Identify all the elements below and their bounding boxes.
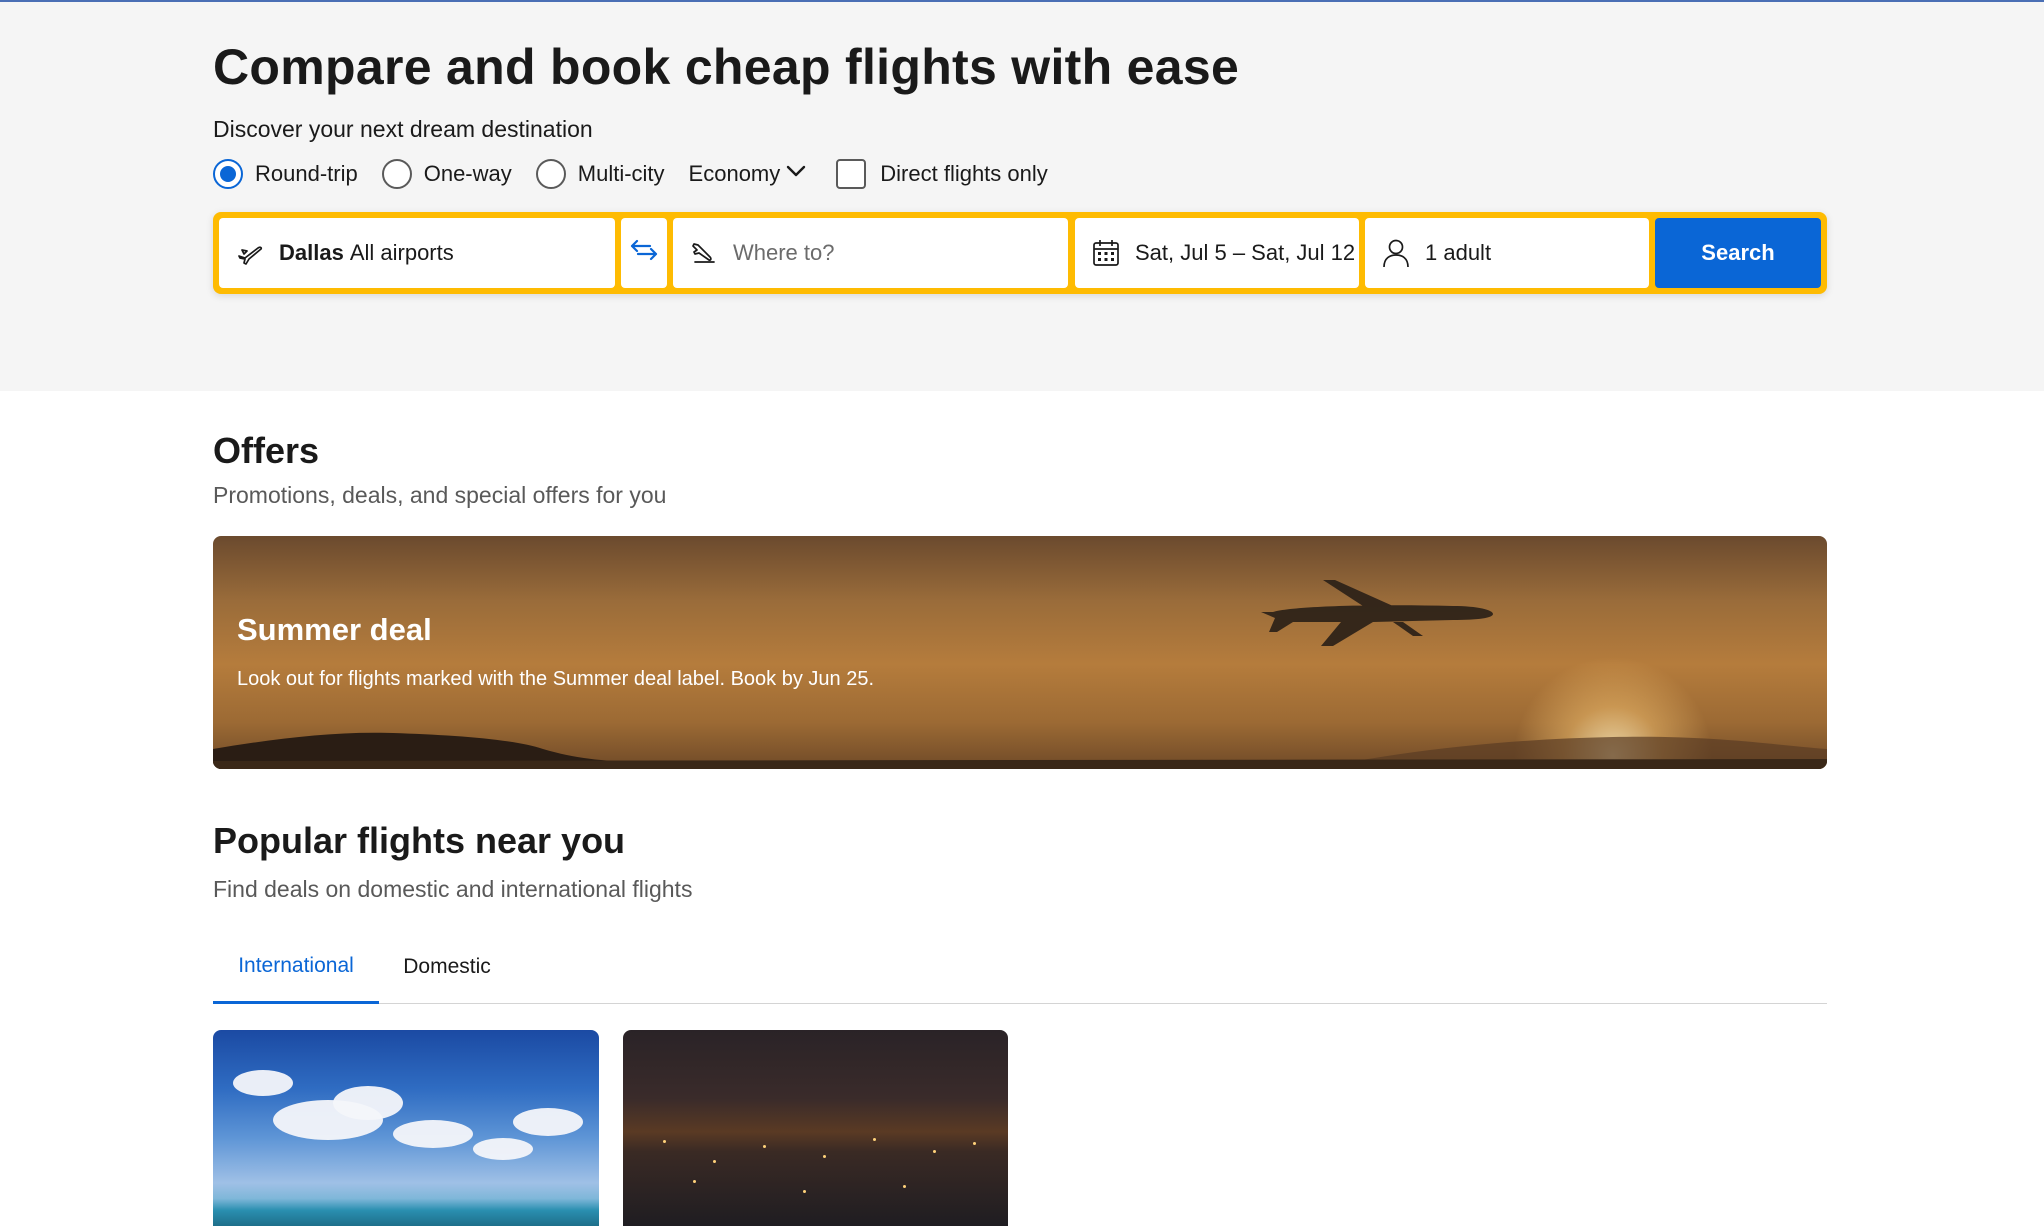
person-icon: [1381, 238, 1411, 268]
radio-unselected-icon: [535, 159, 566, 189]
round-trip-radio[interactable]: Round-trip: [213, 159, 358, 189]
cabin-class-value: Economy: [688, 161, 781, 186]
radio-selected-icon: [213, 159, 243, 189]
flight-search-bar: Dallas All airports Where to? Sat, Jul 5…: [213, 212, 1827, 294]
swap-arrows-icon: [628, 238, 660, 268]
cloud: [233, 1070, 293, 1096]
hills-silhouette: [213, 732, 1827, 769]
plane-landing-icon: [689, 238, 719, 268]
one-way-label: One-way: [423, 161, 512, 186]
dates-field[interactable]: Sat, Jul 5 – Sat, Jul 12: [1075, 218, 1359, 288]
dates-value: Sat, Jul 5 – Sat, Jul 12: [1135, 240, 1356, 265]
airplane-silhouette-icon: [1261, 580, 1493, 646]
origin-field[interactable]: Dallas All airports: [219, 218, 615, 288]
city-light: [903, 1185, 906, 1188]
tab-domestic[interactable]: Domestic: [379, 930, 515, 1004]
one-way-radio[interactable]: One-way: [381, 159, 512, 189]
offers-title: Offers: [213, 430, 320, 471]
checkbox-icon: [836, 159, 867, 189]
city-light: [803, 1190, 806, 1193]
cloud: [393, 1120, 473, 1148]
multi-city-label: Multi-city: [577, 161, 665, 186]
banner-text: Look out for flights marked with the Sum…: [237, 668, 875, 690]
page-subtitle: Discover your next dream destination: [213, 116, 593, 142]
destination-card[interactable]: [213, 1030, 599, 1226]
city-light: [973, 1142, 976, 1145]
city-light: [763, 1145, 766, 1148]
chevron-down-icon: [786, 162, 806, 183]
plane-takeoff-icon: [235, 238, 265, 268]
flight-type-tabs: International Domestic: [213, 930, 1827, 1004]
destination-placeholder: Where to?: [733, 240, 835, 265]
radio-unselected-icon: [381, 159, 412, 189]
page-title: Compare and book cheap flights with ease: [213, 39, 1240, 95]
summer-deal-banner[interactable]: Summer deal Look out for flights marked …: [213, 536, 1827, 769]
travelers-field[interactable]: 1 adult: [1365, 218, 1649, 288]
cloud: [473, 1138, 533, 1160]
multi-city-radio[interactable]: Multi-city: [535, 159, 665, 189]
direct-flights-checkbox[interactable]: Direct flights only: [836, 159, 1048, 189]
calendar-icon: [1091, 238, 1121, 268]
popular-subtitle: Find deals on domestic and international…: [213, 876, 693, 902]
search-button[interactable]: Search: [1655, 218, 1821, 288]
offers-subtitle: Promotions, deals, and special offers fo…: [213, 482, 667, 508]
city-light: [693, 1180, 696, 1183]
round-trip-label: Round-trip: [255, 161, 358, 186]
swap-button[interactable]: [621, 218, 667, 288]
origin-airports: All airports: [349, 240, 454, 265]
city-light: [663, 1140, 666, 1143]
search-options: Round-trip One-way Multi-city Economy Di…: [213, 156, 1048, 192]
city-light: [823, 1155, 826, 1158]
travelers-value: 1 adult: [1425, 240, 1492, 265]
city-light: [873, 1138, 876, 1141]
destination-field[interactable]: Where to?: [673, 218, 1068, 288]
popular-title: Popular flights near you: [213, 820, 626, 861]
city-light: [713, 1160, 716, 1163]
cloud: [513, 1108, 583, 1136]
direct-flights-label: Direct flights only: [880, 161, 1048, 186]
tab-international[interactable]: International: [213, 930, 379, 1004]
origin-city: Dallas: [279, 240, 344, 265]
destination-card[interactable]: [623, 1030, 1008, 1226]
cabin-class-dropdown[interactable]: Economy: [689, 161, 807, 187]
banner-title: Summer deal: [237, 612, 432, 647]
cloud: [333, 1086, 403, 1120]
city-light: [933, 1150, 936, 1153]
